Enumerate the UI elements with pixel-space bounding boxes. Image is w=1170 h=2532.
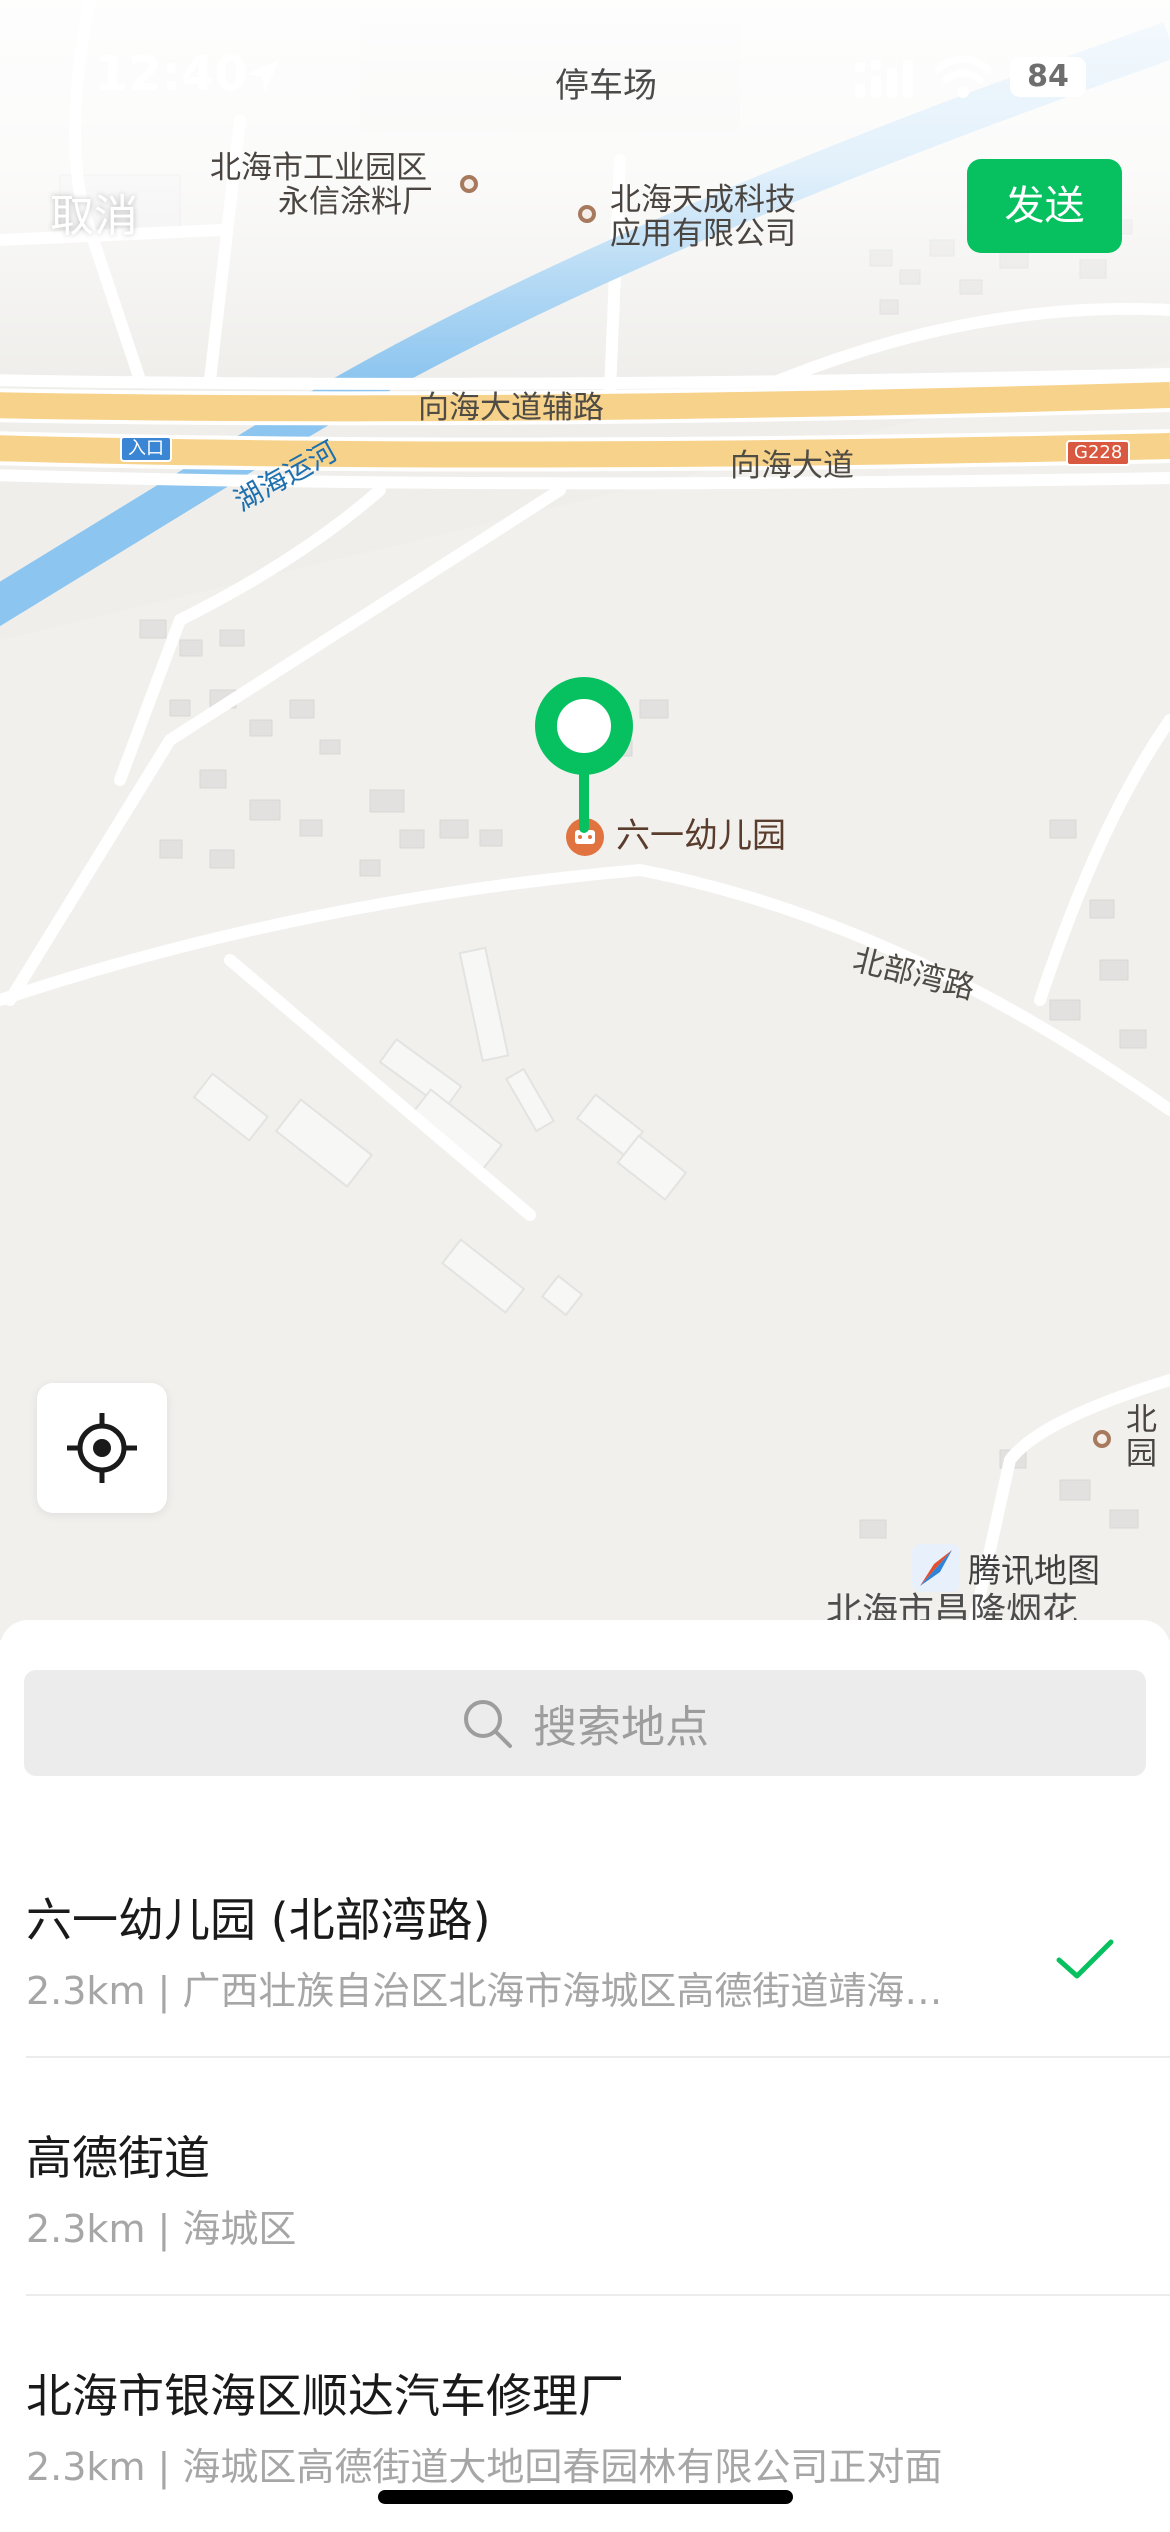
cancel-button[interactable]: 取消 xyxy=(50,180,138,244)
map-label-industrial-line2: 永信涂料厂 xyxy=(278,184,433,220)
result-title: 高德街道 xyxy=(26,2131,210,2185)
send-button[interactable]: 发送 xyxy=(967,159,1122,253)
highway-sign: G228 xyxy=(1066,440,1131,466)
entry-sign: 入口 xyxy=(120,436,172,462)
result-title: 北海市银海区顺达汽车修理厂 xyxy=(26,2369,624,2423)
map-label-tech-line2: 应用有限公司 xyxy=(610,216,796,252)
poi-marker-icon[interactable] xyxy=(460,175,478,193)
map-view[interactable]: 北海市工业园区 永信涂料厂 北海天成科技 应用有限公司 向海大道辅路 向海大道 … xyxy=(0,0,1170,1640)
checkmark-icon xyxy=(1056,1939,1114,1979)
status-center-label: 停车场 xyxy=(555,66,657,106)
status-bar: 12:40 停车场 84 xyxy=(0,0,1170,150)
battery-indicator: 84 xyxy=(1010,57,1086,97)
list-item[interactable]: 六一幼儿园 (北部湾路) 2.3km | 广西壮族自治区北海市海城区高德街道靖海… xyxy=(0,1820,1170,2058)
map-label-road-aux: 向海大道辅路 xyxy=(418,390,604,426)
map-label-road-main: 向海大道 xyxy=(730,448,854,484)
map-label-edge-line1: 北 xyxy=(1126,1402,1157,1438)
poi-marker-icon[interactable] xyxy=(1093,1430,1111,1448)
search-input[interactable]: 搜索地点 xyxy=(24,1670,1146,1776)
wifi-icon xyxy=(935,56,991,98)
signal-icon xyxy=(855,60,913,98)
list-item[interactable]: 高德街道 2.3km | 海城区 xyxy=(0,2058,1170,2296)
location-sheet: 搜索地点 六一幼儿园 (北部湾路) 2.3km | 广西壮族自治区北海市海城区高… xyxy=(0,1620,1170,2532)
map-label-industrial-line1: 北海市工业园区 xyxy=(210,150,427,186)
result-list: 六一幼儿园 (北部湾路) 2.3km | 广西壮族自治区北海市海城区高德街道靖海… xyxy=(0,1820,1170,2532)
locate-icon xyxy=(67,1413,137,1483)
map-label-edge-line2: 园 xyxy=(1126,1436,1157,1472)
poi-marker-icon[interactable] xyxy=(578,205,596,223)
location-arrow-icon xyxy=(247,60,279,92)
map-label-kindergarten: 六一幼儿园 xyxy=(616,816,786,856)
locate-button[interactable] xyxy=(37,1383,167,1513)
result-subtitle: 2.3km | 海城区高德街道大地回春园林有限公司正对面 xyxy=(26,2445,943,2489)
search-icon xyxy=(464,1700,512,1748)
pin-icon[interactable] xyxy=(534,676,634,836)
search-placeholder: 搜索地点 xyxy=(533,1702,709,1753)
result-subtitle: 2.3km | 广西壮族自治区北海市海城区高德街道靖海… xyxy=(26,1969,943,2013)
status-time: 12:40 xyxy=(95,46,248,102)
map-label-tech-line1: 北海天成科技 xyxy=(610,182,796,218)
home-indicator[interactable] xyxy=(378,2490,793,2504)
result-subtitle: 2.3km | 海城区 xyxy=(26,2207,297,2251)
result-title: 六一幼儿园 (北部湾路) xyxy=(26,1893,491,1947)
